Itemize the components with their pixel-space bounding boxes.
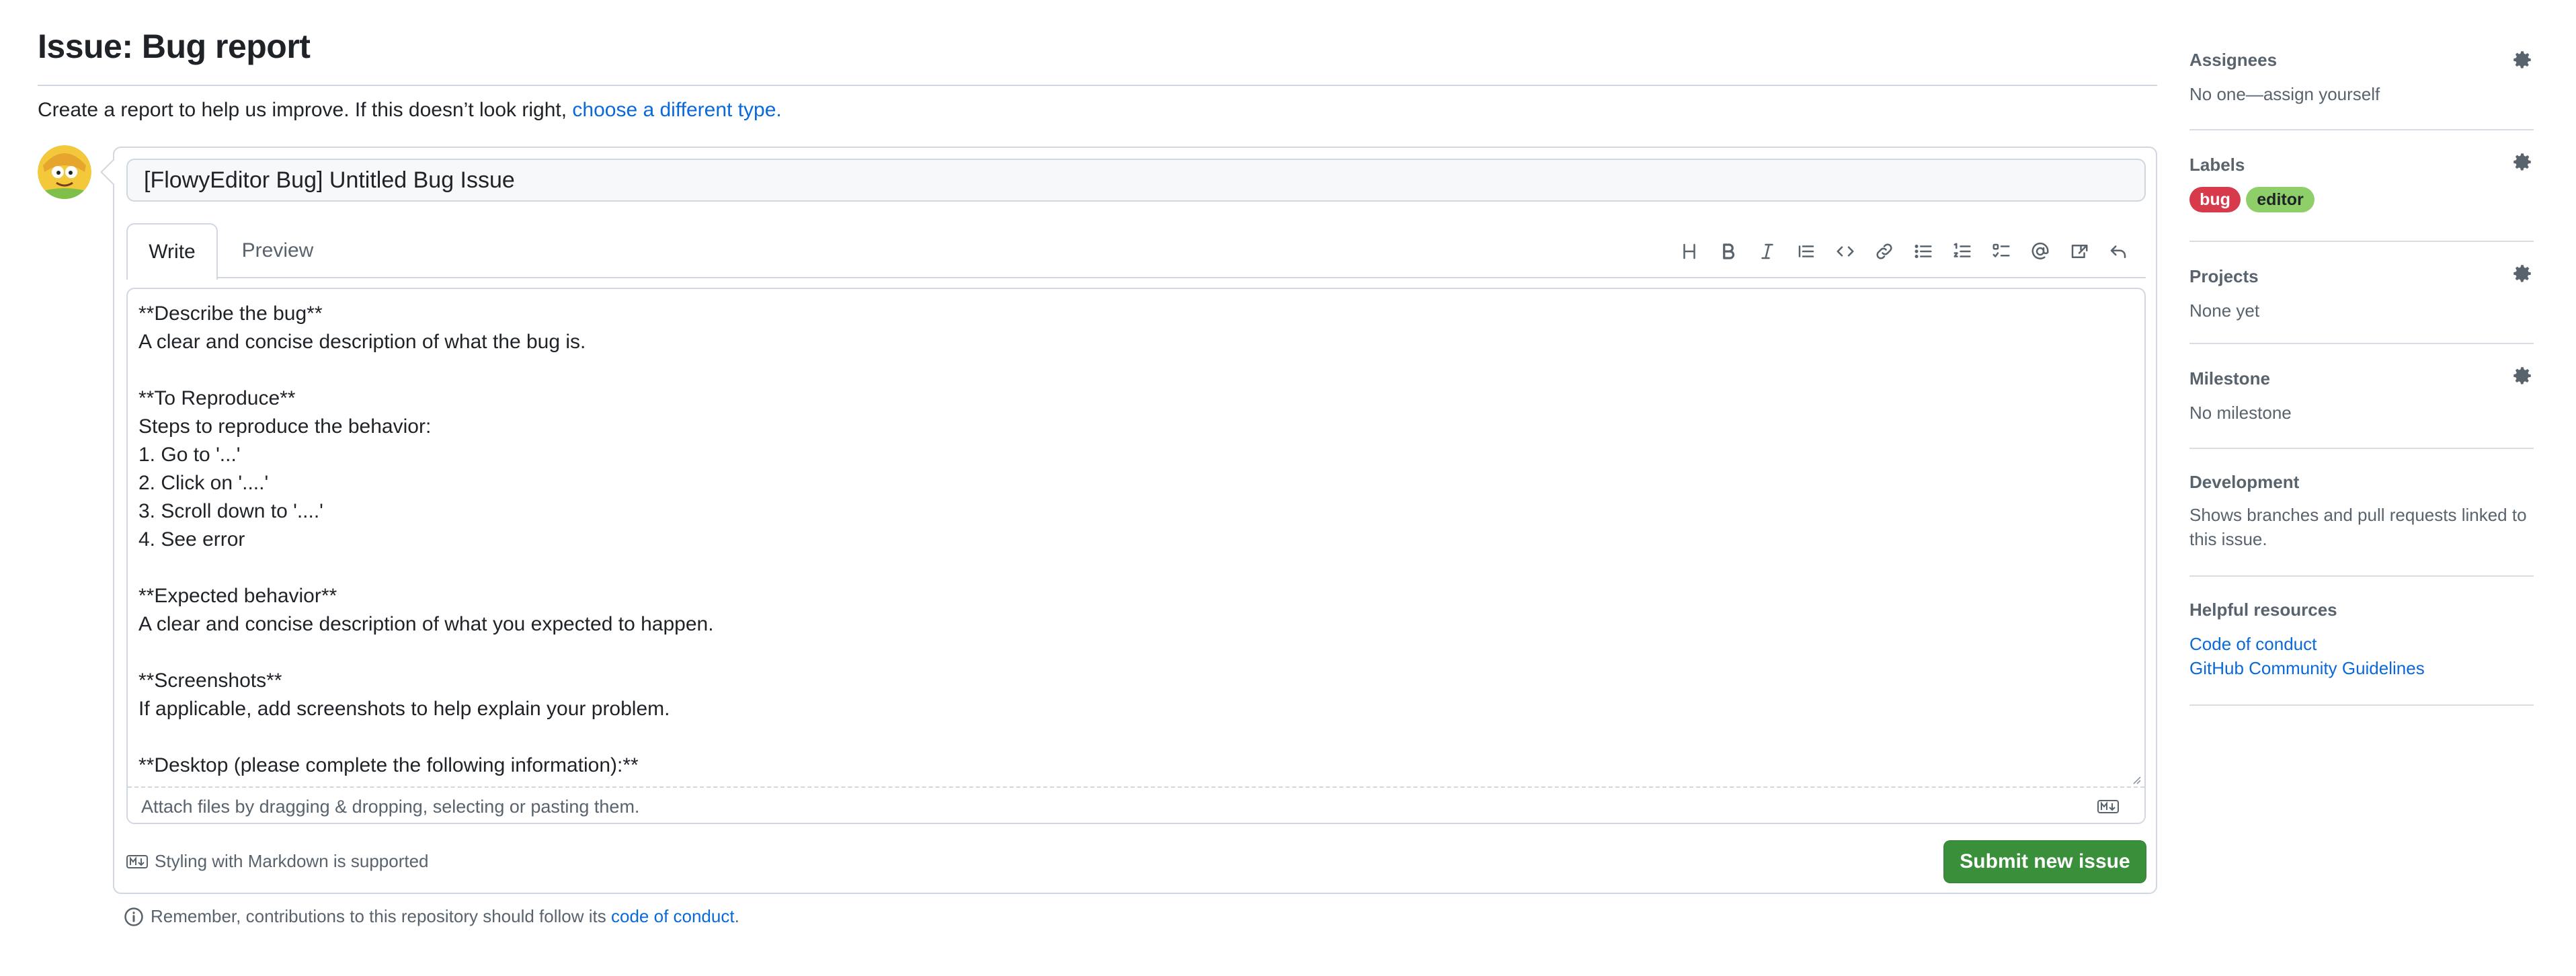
issue-body-editor[interactable]: **Describe the bug** A clear and concise…	[126, 288, 2146, 824]
issue-body-textarea[interactable]: **Describe the bug** A clear and concise…	[128, 289, 2144, 786]
intro-description: Create a report to help us improve. If t…	[38, 99, 567, 121]
markdown-toolbar	[1670, 237, 2138, 266]
helpful-resources-heading: Helpful resources	[2189, 600, 2337, 620]
ordered-list-icon[interactable]	[1943, 237, 1982, 266]
cross-reference-icon[interactable]	[2060, 237, 2099, 266]
code-of-conduct-inline-link[interactable]: code of conduct	[611, 906, 735, 926]
milestone-heading: Milestone	[2189, 368, 2270, 389]
choose-different-type-link[interactable]: choose a different type.	[572, 99, 781, 121]
title-divider	[38, 85, 2157, 86]
unordered-list-icon[interactable]	[1904, 237, 1943, 266]
projects-heading: Projects	[2189, 266, 2259, 286]
milestone-gear-icon[interactable]	[2511, 364, 2534, 387]
editor-tab-bar: Write Preview	[126, 223, 2146, 280]
attach-files-bar[interactable]: Attach files by dragging & dropping, sel…	[128, 786, 2144, 823]
assignees-gear-icon[interactable]	[2511, 48, 2534, 71]
contribution-reminder: Remember, contributions to this reposito…	[124, 906, 739, 927]
tab-write[interactable]: Write	[126, 223, 218, 280]
projects-gear-icon[interactable]	[2511, 262, 2534, 285]
projects-value: None yet	[2189, 300, 2260, 321]
helpful-resources-section: Helpful resources Code of conduct GitHub…	[2189, 577, 2534, 706]
projects-section: Projects None yet	[2189, 242, 2534, 344]
bold-icon[interactable]	[1709, 237, 1748, 266]
info-icon	[124, 907, 143, 926]
label-bug[interactable]: bug	[2189, 187, 2241, 212]
development-section: Development Shows branches and pull requ…	[2189, 449, 2534, 577]
assign-yourself-link[interactable]: No one—assign yourself	[2189, 84, 2380, 104]
label-editor[interactable]: editor	[2246, 187, 2315, 212]
heading-icon[interactable]	[1670, 237, 1709, 266]
labels-section: Labels bug editor	[2189, 130, 2534, 242]
code-icon[interactable]	[1826, 237, 1865, 266]
community-guidelines-link[interactable]: GitHub Community Guidelines	[2189, 656, 2425, 680]
page-title: Issue: Bug report	[38, 28, 311, 65]
intro-text: Create a report to help us improve. If t…	[38, 99, 782, 122]
reminder-text: Remember, contributions to this reposito…	[151, 906, 606, 926]
markdown-hint[interactable]: Styling with Markdown is supported	[126, 851, 429, 872]
markdown-hint-text: Styling with Markdown is supported	[155, 851, 429, 871]
avatar[interactable]	[38, 145, 91, 199]
code-of-conduct-link[interactable]: Code of conduct	[2189, 632, 2317, 656]
italic-icon[interactable]	[1748, 237, 1787, 266]
labels-heading: Labels	[2189, 155, 2245, 175]
link-icon[interactable]	[1865, 237, 1904, 266]
milestone-section: Milestone No milestone	[2189, 344, 2534, 449]
tab-preview[interactable]: Preview	[234, 223, 321, 278]
new-issue-form: Write Preview	[113, 147, 2157, 894]
issue-title-input[interactable]	[126, 159, 2146, 202]
development-heading: Development	[2189, 472, 2300, 492]
milestone-value: No milestone	[2189, 403, 2292, 423]
reminder-period: .	[734, 906, 739, 926]
resize-handle-icon[interactable]	[2131, 774, 2142, 785]
task-list-icon[interactable]	[1982, 237, 2021, 266]
mention-icon[interactable]	[2021, 237, 2060, 266]
quote-icon[interactable]	[1787, 237, 1826, 266]
reply-icon[interactable]	[2099, 237, 2138, 266]
development-value: Shows branches and pull requests linked …	[2189, 505, 2527, 549]
markdown-icon	[126, 854, 148, 868]
markdown-icon	[2097, 800, 2119, 813]
attach-files-text: Attach files by dragging & dropping, sel…	[141, 796, 640, 817]
assignees-heading: Assignees	[2189, 50, 2278, 70]
submit-new-issue-button[interactable]: Submit new issue	[1943, 840, 2146, 883]
assignees-section: Assignees No one—assign yourself	[2189, 43, 2534, 130]
labels-gear-icon[interactable]	[2511, 151, 2534, 173]
